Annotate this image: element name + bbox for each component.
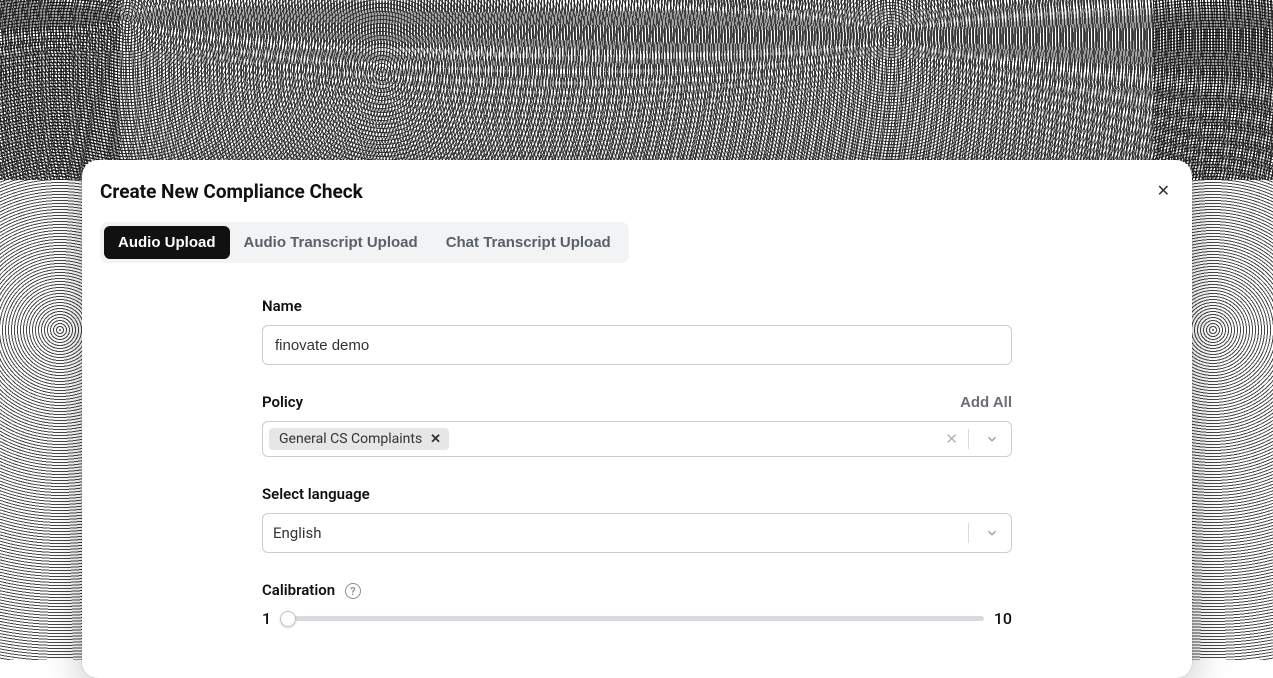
help-icon[interactable]: ? (345, 583, 361, 599)
close-button[interactable]: ✕ (1153, 180, 1174, 204)
language-select[interactable]: English (262, 513, 1012, 553)
field-policy: Policy Add All General CS Complaints ✕ ✕ (262, 393, 1012, 457)
calibration-slider[interactable] (281, 611, 984, 627)
language-dropdown-toggle[interactable] (979, 526, 1005, 540)
calibration-min: 1 (262, 609, 271, 628)
tab-audio-upload[interactable]: Audio Upload (104, 226, 230, 259)
slider-track (281, 616, 984, 621)
field-calibration: Calibration ? 1 10 (262, 581, 1012, 628)
policy-dropdown-toggle[interactable] (979, 432, 1005, 446)
close-icon: ✕ (1157, 183, 1170, 200)
x-icon: ✕ (945, 431, 958, 448)
calibration-max: 10 (994, 609, 1012, 628)
select-divider (968, 429, 969, 449)
name-label: Name (262, 297, 302, 315)
policy-tag-label: General CS Complaints (279, 431, 422, 447)
calibration-label: Calibration ? (262, 581, 361, 599)
create-compliance-modal: Create New Compliance Check ✕ Audio Uplo… (82, 160, 1192, 678)
field-language: Select language English (262, 485, 1012, 553)
select-divider (968, 523, 969, 543)
name-input[interactable] (262, 325, 1012, 365)
policy-clear-button[interactable]: ✕ (945, 430, 958, 448)
chevron-down-icon (985, 526, 999, 540)
slider-thumb[interactable] (280, 611, 296, 627)
policy-tag-remove[interactable]: ✕ (428, 431, 443, 447)
language-label: Select language (262, 485, 370, 503)
language-value: English (273, 524, 322, 542)
tab-audio-transcript-upload[interactable]: Audio Transcript Upload (230, 226, 432, 259)
chevron-down-icon (985, 432, 999, 446)
add-all-button[interactable]: Add All (960, 394, 1012, 411)
policy-label: Policy (262, 393, 303, 411)
modal-title: Create New Compliance Check (100, 180, 363, 203)
policy-multiselect[interactable]: General CS Complaints ✕ ✕ (262, 421, 1012, 457)
field-name: Name (262, 297, 1012, 365)
policy-tag: General CS Complaints ✕ (269, 428, 449, 450)
x-icon: ✕ (430, 431, 441, 446)
upload-tabs: Audio Upload Audio Transcript Upload Cha… (100, 222, 629, 263)
tab-chat-transcript-upload[interactable]: Chat Transcript Upload (432, 226, 625, 259)
